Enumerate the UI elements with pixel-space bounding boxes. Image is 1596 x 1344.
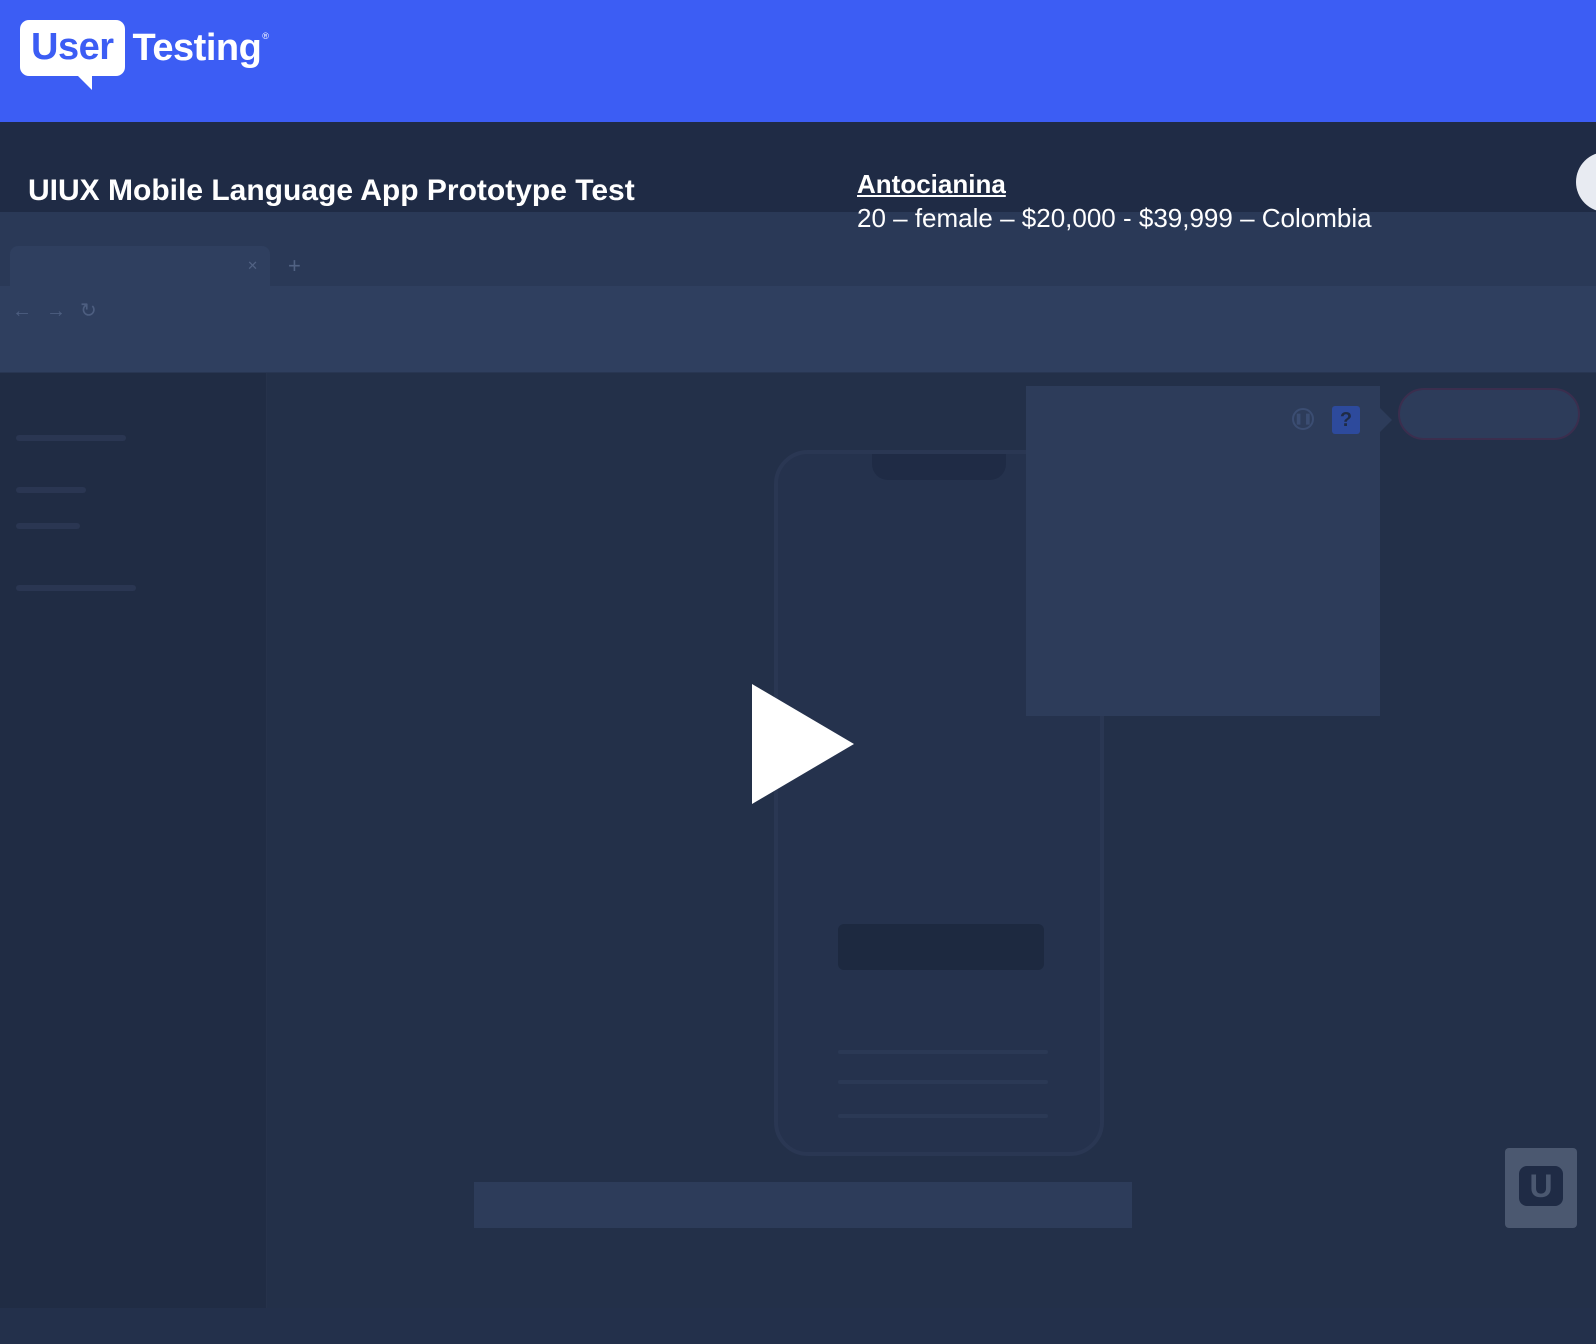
screen-share-bar [474, 1182, 1132, 1228]
task-panel: ❚❚ ? [1026, 386, 1392, 716]
panel-line [16, 585, 136, 591]
panel-line [16, 523, 80, 529]
phone-signup-button [838, 924, 1044, 970]
logo-user-badge: User [20, 20, 125, 90]
recorder-pill [1398, 388, 1580, 440]
side-circle-button[interactable] [1576, 152, 1596, 212]
usertesting-u-icon: U [1505, 1148, 1577, 1228]
figma-left-panel [0, 373, 267, 1308]
phone-line [838, 1080, 1048, 1084]
play-icon[interactable] [752, 684, 854, 804]
logo-registered-mark: ® [262, 31, 269, 41]
phone-line [838, 1050, 1048, 1054]
top-header: User Testing ® [0, 0, 1596, 122]
phone-line [838, 1114, 1048, 1118]
test-title: UIUX Mobile Language App Prototype Test [28, 174, 635, 207]
bottom-strip [0, 1308, 1596, 1344]
help-icon: ? [1332, 406, 1360, 434]
tester-info: Antocianina 20 – female – $20,000 - $39,… [857, 168, 1372, 236]
panel-line [16, 435, 126, 441]
browser-bookmarks-bar [0, 336, 1596, 373]
logo-testing-text: Testing [132, 27, 262, 69]
u-glyph: U [1519, 1166, 1563, 1206]
tab-close-icon: ✕ [247, 258, 258, 273]
phone-notch [872, 454, 1006, 480]
tester-name-link[interactable]: Antocianina [857, 168, 1372, 200]
usertesting-logo[interactable]: User Testing ® [20, 20, 269, 90]
new-tab-icon: + [288, 253, 301, 278]
browser-nav-icons: ←→↻ [12, 300, 111, 322]
pause-icon: ❚❚ [1292, 408, 1314, 430]
tester-demographics: 20 – female – $20,000 - $39,999 – Colomb… [857, 203, 1372, 233]
panel-line [16, 487, 86, 493]
browser-tab: ✕ [10, 246, 270, 286]
browser-address-bar: ←→↻ [0, 286, 1596, 336]
